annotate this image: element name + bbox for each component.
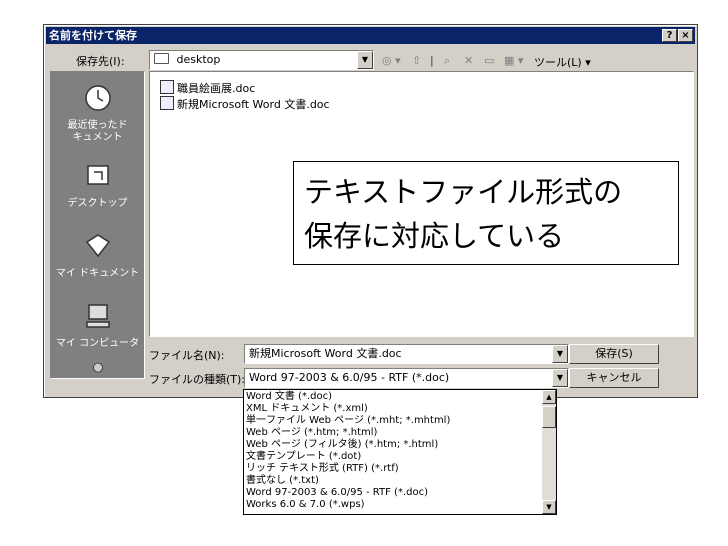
help-button[interactable]: ?: [662, 29, 677, 42]
filetype-value: Word 97-2003 & 6.0/95 - RTF (*.doc): [249, 371, 450, 384]
chevron-down-icon[interactable]: ▼: [552, 369, 568, 387]
places-bar: 最近使ったドキュメント デスクトップ マイ ドキュメント マイ コンピュータ: [50, 71, 145, 379]
callout-line-2: 保存に対応している: [304, 219, 565, 253]
dropdown-option[interactable]: 単一ファイル Web ページ (*.mht; *.mhtml): [246, 415, 450, 427]
back-icon[interactable]: ◎ ▾: [382, 54, 401, 67]
dropdown-scrollbar[interactable]: ▲ ▼: [542, 390, 556, 514]
dropdown-option[interactable]: 書式なし (*.txt): [246, 475, 319, 487]
dropdown-option[interactable]: Web ページ (フィルタ後) (*.htm; *.html): [246, 439, 438, 451]
close-button[interactable]: ×: [678, 29, 693, 42]
recent-documents-icon: [84, 85, 111, 111]
save-in-combo[interactable]: desktop ▼: [149, 50, 374, 70]
new-folder-icon[interactable]: ▭: [484, 54, 494, 67]
views-icon[interactable]: ▦ ▾: [504, 54, 523, 67]
file-name: 新規Microsoft Word 文書.doc: [177, 98, 330, 111]
save-in-value: desktop: [176, 53, 221, 66]
list-item[interactable]: 職員絵画展.doc: [160, 80, 256, 95]
dropdown-option[interactable]: XML ドキュメント (*.xml): [246, 403, 368, 415]
list-item[interactable]: 新規Microsoft Word 文書.doc: [160, 96, 330, 111]
place-my-computer-label: マイ コンピュータ: [55, 338, 140, 349]
dropdown-option[interactable]: Word 97-2003 & 6.0/95 - RTF (*.doc): [246, 487, 428, 499]
place-my-documents-label: マイ ドキュメント: [55, 268, 140, 279]
desktop-icon: [86, 165, 109, 185]
tools-label: ツール(L): [534, 56, 582, 69]
place-desktop[interactable]: デスクトップ: [51, 160, 144, 210]
word-document-icon: [160, 80, 174, 94]
filename-input[interactable]: 新規Microsoft Word 文書.doc ▼: [244, 344, 569, 364]
dropdown-option[interactable]: Web ページ (*.htm; *.html): [246, 427, 377, 439]
dialog-title: 名前を付けて保存: [49, 29, 137, 42]
scroll-up-icon[interactable]: ▲: [542, 390, 556, 404]
filetype-label: ファイルの種類(T):: [149, 373, 246, 386]
place-network[interactable]: [51, 362, 144, 386]
save-in-label: 保存先(I):: [76, 55, 125, 68]
place-desktop-label: デスクトップ: [67, 198, 128, 209]
scroll-thumb[interactable]: [542, 406, 556, 428]
word-document-icon: [160, 96, 174, 110]
place-my-computer[interactable]: マイ コンピュータ: [51, 300, 144, 350]
my-documents-icon: [85, 234, 110, 258]
filetype-dropdown-list[interactable]: Word 文書 (*.doc) XML ドキュメント (*.xml) 単一ファイ…: [243, 389, 557, 515]
network-places-icon: [92, 362, 103, 373]
dropdown-option[interactable]: リッチ テキスト形式 (RTF) (*.rtf): [246, 463, 399, 475]
up-folder-icon[interactable]: ⇧: [412, 54, 421, 67]
file-name: 職員絵画展.doc: [177, 82, 256, 95]
filename-label: ファイル名(N):: [149, 349, 225, 362]
chevron-down-icon[interactable]: ▼: [357, 51, 373, 69]
place-recent[interactable]: 最近使ったドキュメント: [51, 82, 144, 144]
delete-icon[interactable]: ✕: [464, 54, 473, 67]
divider: |: [430, 54, 434, 67]
my-computer-icon: [85, 304, 110, 328]
chevron-down-icon[interactable]: ▼: [552, 345, 568, 363]
save-button[interactable]: 保存(S): [569, 344, 659, 364]
scroll-down-icon[interactable]: ▼: [542, 500, 556, 514]
cancel-button[interactable]: キャンセル: [569, 368, 659, 388]
dropdown-option[interactable]: Word 文書 (*.doc): [246, 391, 332, 403]
place-my-documents[interactable]: マイ ドキュメント: [51, 230, 144, 280]
tools-menu[interactable]: ツール(L) ▾: [534, 54, 591, 70]
title-bar: 名前を付けて保存 ? ×: [46, 27, 695, 44]
search-icon[interactable]: ⌕: [444, 54, 450, 68]
callout-line-1: テキストファイル形式の: [304, 175, 623, 209]
dropdown-option[interactable]: 文書テンプレート (*.dot): [246, 451, 361, 463]
callout-box: テキストファイル形式の 保存に対応している: [293, 161, 679, 265]
filename-value: 新規Microsoft Word 文書.doc: [249, 347, 402, 360]
folder-icon: [154, 53, 169, 64]
dropdown-option[interactable]: Works 6.0 & 7.0 (*.wps): [246, 499, 365, 511]
place-recent-label: 最近使ったドキュメント: [67, 120, 128, 143]
filetype-select[interactable]: Word 97-2003 & 6.0/95 - RTF (*.doc) ▼: [244, 368, 569, 388]
